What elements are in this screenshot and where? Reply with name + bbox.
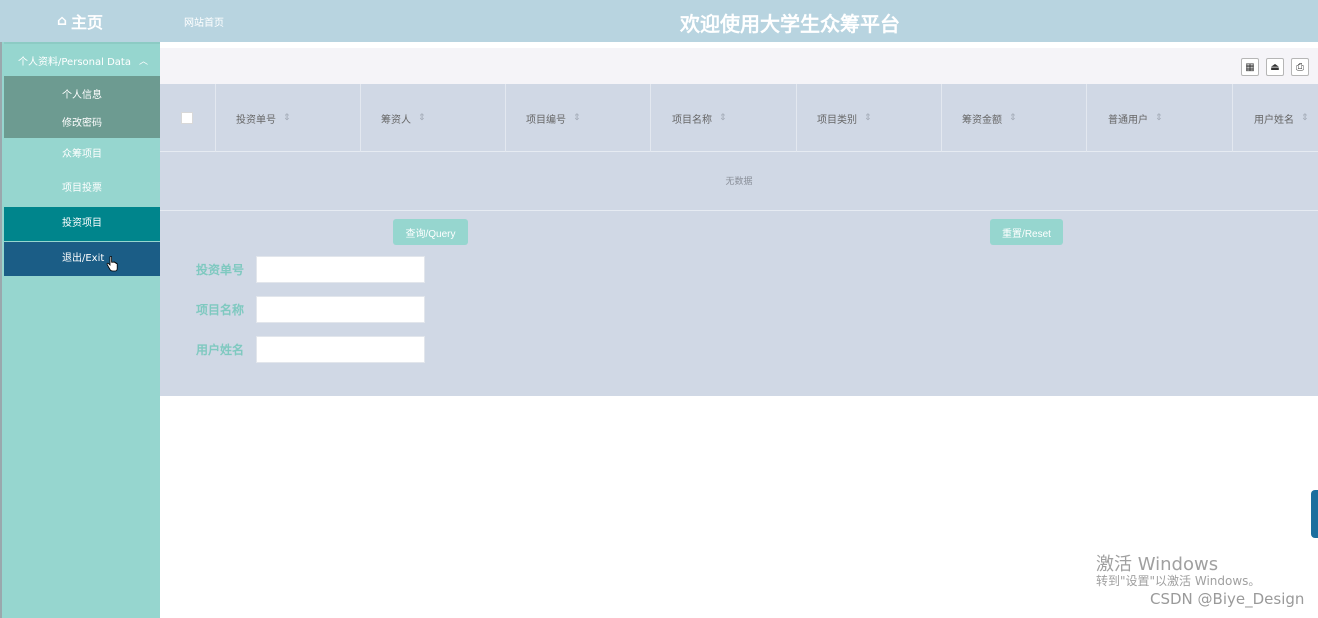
column-label: 项目类别	[817, 114, 857, 126]
chevron-up-icon: ︿	[138, 56, 148, 67]
hand-cursor-icon	[106, 256, 118, 272]
column-header-regular-user[interactable]: 普通用户 ⇕	[1086, 84, 1232, 152]
sidebar: 个人资料/Personal Data ︿ 个人信息 修改密码 众筹项目 项目投票…	[0, 42, 162, 618]
sidebar-group-personal-data[interactable]: 个人资料/Personal Data ︿	[4, 42, 162, 76]
column-label: 用户姓名	[1254, 114, 1294, 126]
home-label: 主页	[71, 13, 104, 32]
csdn-watermark: CSDN @Biye_Design	[1150, 590, 1305, 608]
sort-icon: ⇕	[418, 113, 426, 123]
sort-icon: ⇕	[719, 113, 727, 123]
label-user-name: 用户姓名	[196, 343, 245, 357]
column-header-investment-no[interactable]: 投资单号 ⇕	[215, 84, 360, 152]
column-label: 项目编号	[526, 114, 566, 126]
sort-icon: ⇕	[573, 113, 581, 123]
table-toolbar: ▦ ⏏ ⎙	[160, 48, 1318, 84]
column-label: 项目名称	[672, 114, 712, 126]
home-link[interactable]: ⌂ 主页	[0, 0, 160, 42]
export-icon[interactable]: ⏏	[1266, 58, 1284, 76]
site-home-link[interactable]: 网站首页	[184, 14, 224, 29]
table-header-row: 投资单号 ⇕ 筹资人 ⇕ 项目编号 ⇕ 项目名称 ⇕ 项目类别 ⇕ 筹资金额 ⇕ 普通用户 ⇕…	[160, 84, 1318, 152]
sort-icon: ⇕	[1009, 113, 1017, 123]
column-header-project-no[interactable]: 项目编号 ⇕	[505, 84, 650, 152]
sort-icon: ⇕	[864, 113, 872, 123]
sort-icon: ⇕	[1155, 113, 1163, 123]
sidebar-item-personal-info[interactable]: 个人信息	[62, 86, 102, 101]
user-name-input[interactable]	[256, 336, 425, 363]
reset-button[interactable]: 重置/Reset	[990, 219, 1063, 245]
column-label: 筹资人	[381, 114, 411, 126]
label-project-name: 项目名称	[196, 303, 245, 317]
sort-icon: ⇕	[283, 113, 291, 123]
sidebar-item-crowdfunding-projects[interactable]: 众筹项目	[4, 138, 162, 172]
investment-no-input[interactable]	[256, 256, 425, 283]
scroll-handle[interactable]	[1311, 490, 1318, 538]
sidebar-item-investment-projects[interactable]: 投资项目	[4, 207, 162, 241]
column-header-project-category[interactable]: 项目类别 ⇕	[796, 84, 941, 152]
sort-icon: ⇕	[1301, 113, 1309, 123]
column-header-amount[interactable]: 筹资金额 ⇕	[941, 84, 1086, 152]
sidebar-item-exit[interactable]: 退出/Exit	[4, 242, 162, 276]
query-button[interactable]: 查询/Query	[393, 219, 468, 245]
column-label: 普通用户	[1108, 114, 1148, 126]
column-label: 筹资金额	[962, 114, 1002, 126]
label-investment-no: 投资单号	[196, 263, 245, 277]
sidebar-submenu: 个人信息 修改密码	[4, 76, 162, 138]
sidebar-group-label: 个人资料/Personal Data	[18, 56, 131, 68]
empty-table-message: 无数据	[160, 153, 1318, 211]
site-title: 欢迎使用大学生众筹平台	[680, 12, 900, 36]
data-grid-panel: 投资单号 ⇕ 筹资人 ⇕ 项目编号 ⇕ 项目名称 ⇕ 项目类别 ⇕ 筹资金额 ⇕ 普通用户 ⇕…	[160, 84, 1318, 396]
column-header-user-name[interactable]: 用户姓名 ⇕	[1232, 84, 1318, 152]
select-all-cell	[160, 84, 215, 152]
sidebar-item-change-password[interactable]: 修改密码	[62, 114, 102, 129]
select-all-checkbox[interactable]	[181, 112, 193, 124]
windows-activation-subtitle: 转到"设置"以激活 Windows。	[1096, 574, 1261, 588]
column-header-fundraiser[interactable]: 筹资人 ⇕	[360, 84, 505, 152]
column-header-project-name[interactable]: 项目名称 ⇕	[650, 84, 796, 152]
home-icon: ⌂	[56, 13, 67, 29]
project-name-input[interactable]	[256, 296, 425, 323]
columns-icon[interactable]: ▦	[1241, 58, 1259, 76]
sidebar-item-project-voting[interactable]: 项目投票	[4, 172, 162, 206]
column-label: 投资单号	[236, 114, 276, 126]
top-header: ⌂ 主页 网站首页 欢迎使用大学生众筹平台	[0, 0, 1318, 42]
print-icon[interactable]: ⎙	[1291, 58, 1309, 76]
